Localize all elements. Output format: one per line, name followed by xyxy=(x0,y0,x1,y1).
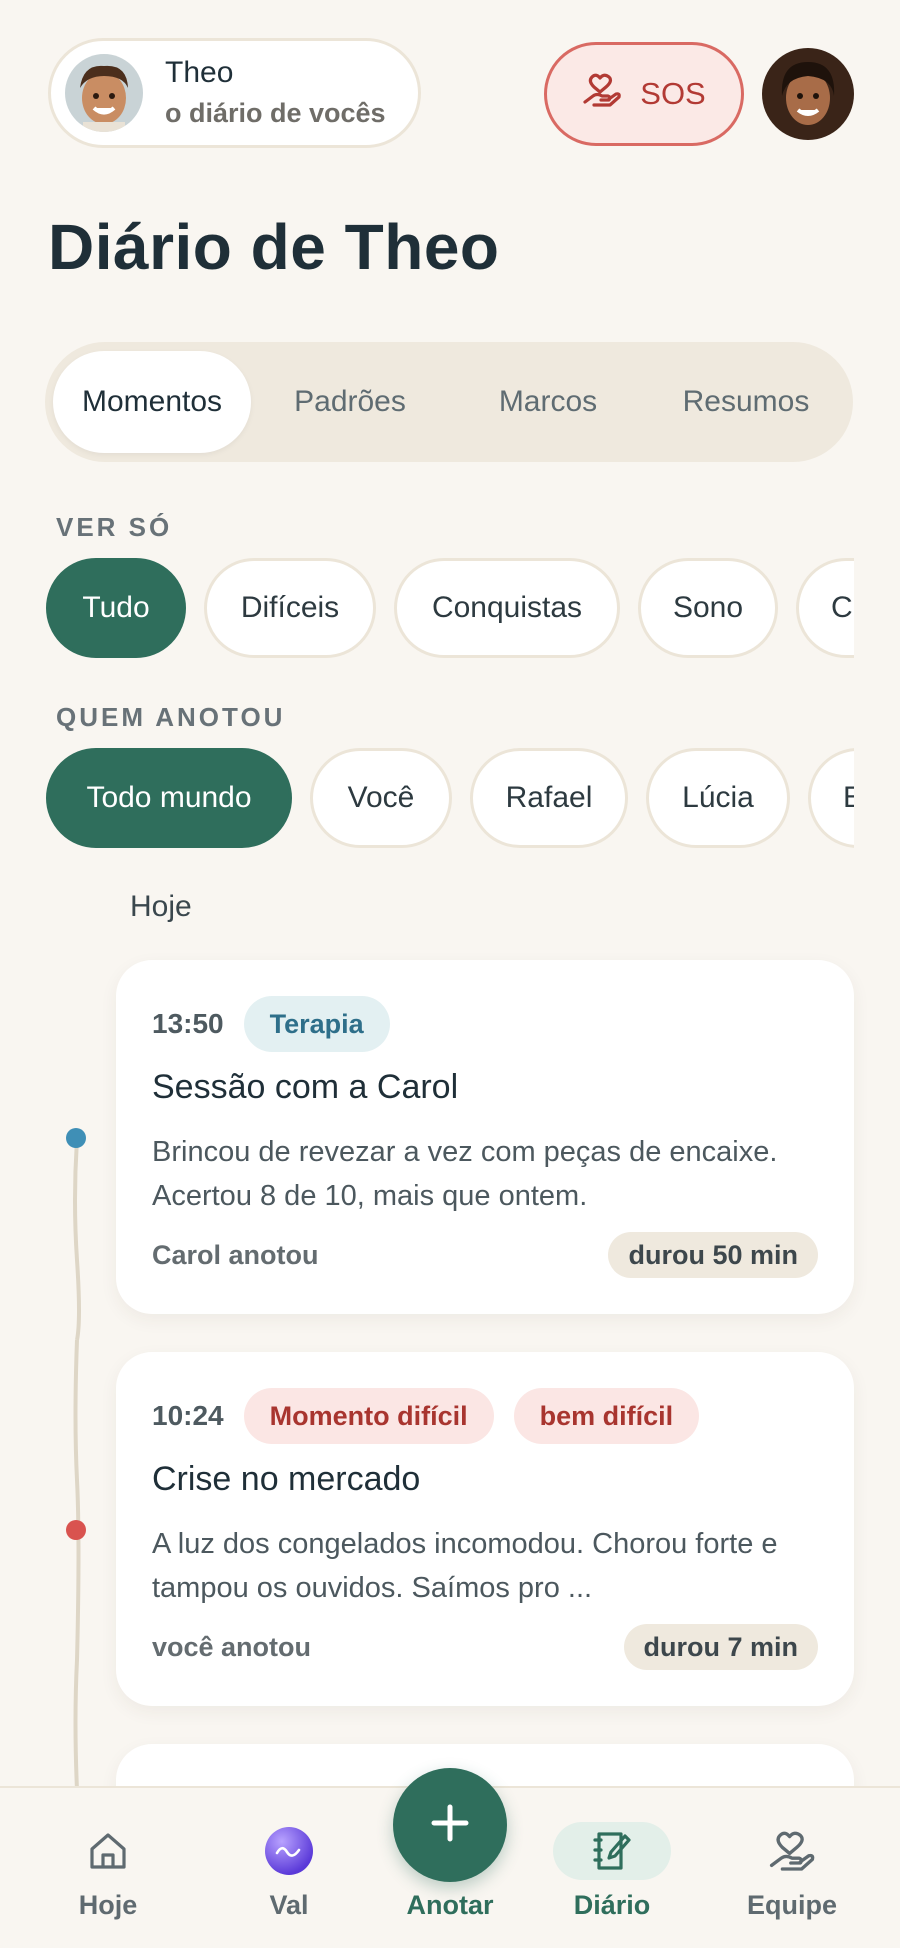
nav-equipe[interactable]: Equipe xyxy=(722,1788,862,1948)
chip-tudo[interactable]: Tudo xyxy=(46,558,186,658)
add-entry-label: Anotar xyxy=(406,1890,494,1920)
entry-card[interactable]: 13:50 Terapia Sessão com a Carol Brincou… xyxy=(116,960,854,1314)
user-avatar[interactable] xyxy=(762,48,854,140)
timeline-dot xyxy=(66,1520,86,1540)
hand-heart-icon xyxy=(582,72,622,116)
chip-dificeis[interactable]: Difíceis xyxy=(204,558,376,658)
chip-lucia[interactable]: Lúcia xyxy=(646,748,790,848)
nav-val[interactable]: Val xyxy=(219,1788,359,1948)
child-subtitle: o diário de vocês xyxy=(165,98,386,128)
day-label: Hoje xyxy=(130,890,192,923)
home-icon xyxy=(68,1822,148,1880)
entry-duration: durou 50 min xyxy=(608,1232,818,1278)
child-name: Theo xyxy=(165,56,234,89)
timeline-dot xyxy=(66,1128,86,1148)
chip-more-type[interactable]: C xyxy=(796,558,854,658)
chip-todo-mundo[interactable]: Todo mundo xyxy=(46,748,292,848)
timeline-line xyxy=(73,1140,81,1790)
tab-momentos[interactable]: Momentos xyxy=(53,351,251,453)
nav-diario[interactable]: Diário xyxy=(542,1788,682,1948)
nav-label: Equipe xyxy=(746,1890,837,1920)
chip-rafael[interactable]: Rafael xyxy=(470,748,628,848)
nav-label: Diário xyxy=(573,1890,651,1920)
sos-label: SOS xyxy=(640,76,706,111)
entry-time: 10:24 xyxy=(152,1400,224,1431)
entry-title: Sessão com a Carol xyxy=(152,1068,459,1106)
chip-more-author[interactable]: E xyxy=(808,748,854,848)
filter-type-label: VER SÓ xyxy=(56,512,173,542)
add-entry-button[interactable] xyxy=(393,1768,507,1882)
entry-duration: durou 7 min xyxy=(623,1624,818,1670)
val-orb-icon xyxy=(249,1822,329,1880)
entry-body: A luz dos congelados incomodou. Chorou f… xyxy=(152,1528,778,1604)
nav-label: Hoje xyxy=(78,1890,138,1920)
child-profile-switcher[interactable]: Theo o diário de vocês xyxy=(48,38,421,148)
tab-padroes[interactable]: Padrões xyxy=(251,351,449,453)
chip-voce[interactable]: Você xyxy=(310,748,452,848)
filter-author-chips: Todo mundo Você Rafael Lúcia E xyxy=(46,748,854,852)
tab-marcos[interactable]: Marcos xyxy=(449,351,647,453)
page-title: Diário de Theo xyxy=(48,211,500,283)
plus-icon xyxy=(428,1801,472,1850)
journal-tabs: Momentos Padrões Marcos Resumos xyxy=(45,342,853,462)
journal-icon xyxy=(553,1822,671,1880)
app-header: Theo o diário de vocês SOS xyxy=(48,38,854,148)
entry-time: 13:50 xyxy=(152,1008,224,1039)
filter-author-label: QUEM ANOTOU xyxy=(56,702,286,732)
entry-author: você anotou xyxy=(152,1632,312,1662)
entry-author: Carol anotou xyxy=(152,1240,319,1270)
entry-tag: Momento difícil xyxy=(243,1388,494,1444)
entry-card[interactable]: 10:24 Momento difícil bem difícil Crise … xyxy=(116,1352,854,1706)
entry-tag: Terapia xyxy=(243,996,390,1052)
entry-intensity-tag: bem difícil xyxy=(513,1388,700,1444)
hand-heart-icon xyxy=(752,1822,832,1880)
child-avatar xyxy=(65,54,143,132)
chip-conquistas[interactable]: Conquistas xyxy=(394,558,620,658)
entry-title: Crise no mercado xyxy=(152,1460,421,1498)
filter-type-chips: Tudo Difíceis Conquistas Sono C xyxy=(46,558,854,662)
entry-body: Brincou de revezar a vez com peças de en… xyxy=(152,1136,778,1212)
tab-resumos[interactable]: Resumos xyxy=(647,351,845,453)
nav-hoje[interactable]: Hoje xyxy=(38,1788,178,1948)
sos-button[interactable]: SOS xyxy=(544,42,744,146)
chip-sono[interactable]: Sono xyxy=(638,558,778,658)
nav-label: Val xyxy=(269,1890,309,1920)
